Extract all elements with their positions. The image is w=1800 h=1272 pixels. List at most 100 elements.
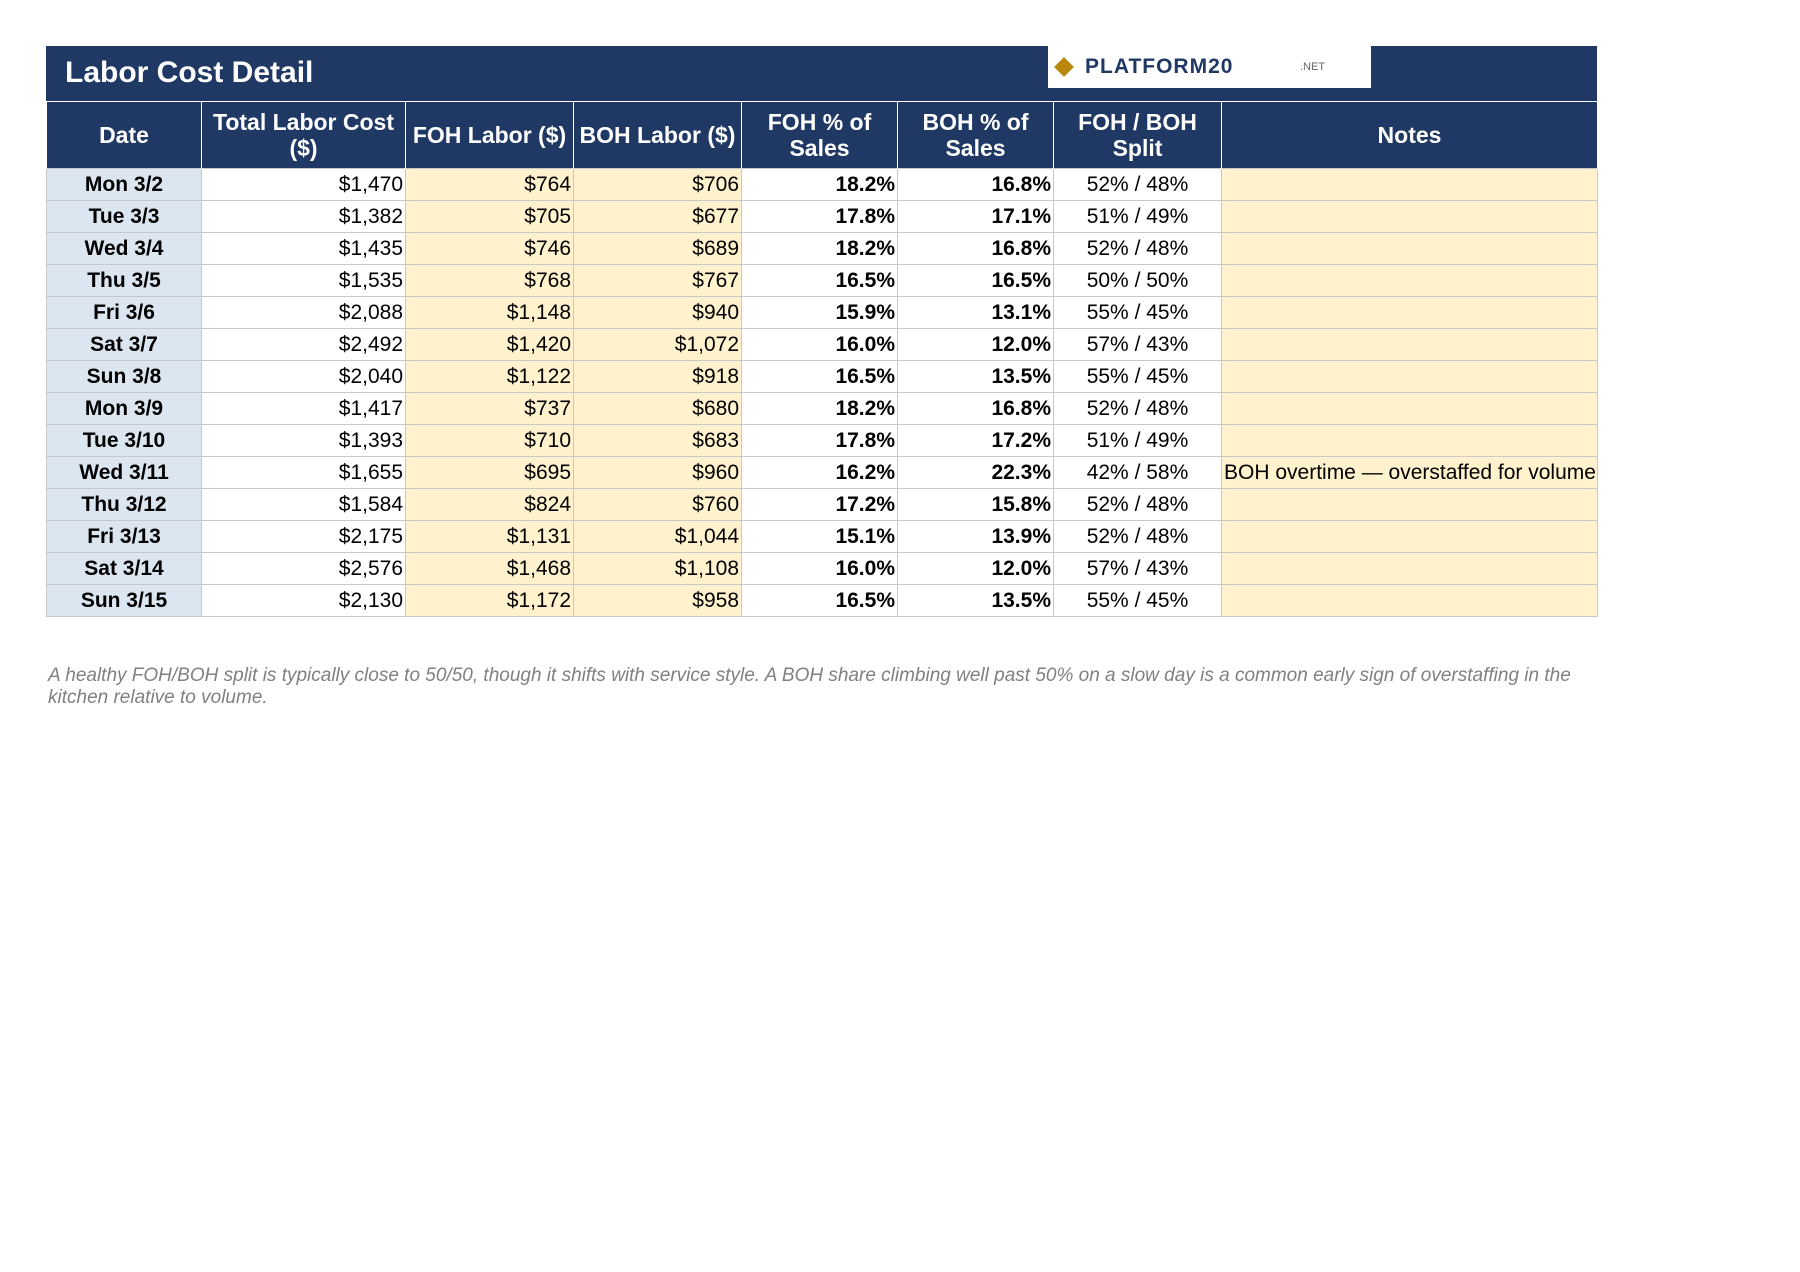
total-labor-cell[interactable]: $2,040 xyxy=(201,360,406,393)
foh-pct-cell[interactable]: 18.2% xyxy=(741,232,898,265)
notes-cell[interactable] xyxy=(1221,360,1598,393)
split-cell[interactable]: 51% / 49% xyxy=(1053,200,1222,233)
foh-labor-cell[interactable]: $1,468 xyxy=(405,552,574,585)
split-cell[interactable]: 57% / 43% xyxy=(1053,552,1222,585)
split-cell[interactable]: 50% / 50% xyxy=(1053,264,1222,297)
date-cell[interactable]: Sun 3/8 xyxy=(46,360,202,393)
total-labor-cell[interactable]: $2,175 xyxy=(201,520,406,553)
foh-pct-cell[interactable]: 18.2% xyxy=(741,392,898,425)
boh-pct-cell[interactable]: 13.9% xyxy=(897,520,1054,553)
foh-pct-cell[interactable]: 16.5% xyxy=(741,584,898,617)
foh-labor-cell[interactable]: $705 xyxy=(405,200,574,233)
col-header-split[interactable]: FOH / BOH Split xyxy=(1053,101,1222,169)
date-cell[interactable]: Tue 3/10 xyxy=(46,424,202,457)
col-header-foh-labor[interactable]: FOH Labor ($) xyxy=(405,101,574,169)
foh-labor-cell[interactable]: $1,148 xyxy=(405,296,574,329)
date-cell[interactable]: Fri 3/13 xyxy=(46,520,202,553)
boh-pct-cell[interactable]: 17.2% xyxy=(897,424,1054,457)
foh-pct-cell[interactable]: 16.5% xyxy=(741,264,898,297)
notes-cell[interactable] xyxy=(1221,232,1598,265)
boh-pct-cell[interactable]: 16.5% xyxy=(897,264,1054,297)
split-cell[interactable]: 55% / 45% xyxy=(1053,360,1222,393)
total-labor-cell[interactable]: $1,393 xyxy=(201,424,406,457)
boh-pct-cell[interactable]: 22.3% xyxy=(897,456,1054,489)
total-labor-cell[interactable]: $1,470 xyxy=(201,168,406,201)
notes-cell[interactable] xyxy=(1221,168,1598,201)
foh-labor-cell[interactable]: $695 xyxy=(405,456,574,489)
foh-labor-cell[interactable]: $1,172 xyxy=(405,584,574,617)
split-cell[interactable]: 55% / 45% xyxy=(1053,296,1222,329)
col-header-date[interactable]: Date xyxy=(46,101,202,169)
foh-labor-cell[interactable]: $1,131 xyxy=(405,520,574,553)
boh-pct-cell[interactable]: 12.0% xyxy=(897,552,1054,585)
date-cell[interactable]: Sun 3/15 xyxy=(46,584,202,617)
foh-pct-cell[interactable]: 16.5% xyxy=(741,360,898,393)
col-header-foh-pct[interactable]: FOH % of Sales xyxy=(741,101,898,169)
total-labor-cell[interactable]: $1,382 xyxy=(201,200,406,233)
boh-labor-cell[interactable]: $958 xyxy=(573,584,742,617)
total-labor-cell[interactable]: $2,088 xyxy=(201,296,406,329)
date-cell[interactable]: Wed 3/11 xyxy=(46,456,202,489)
foh-labor-cell[interactable]: $710 xyxy=(405,424,574,457)
boh-labor-cell[interactable]: $683 xyxy=(573,424,742,457)
notes-cell[interactable] xyxy=(1221,264,1598,297)
date-cell[interactable]: Thu 3/5 xyxy=(46,264,202,297)
notes-cell[interactable]: BOH overtime — overstaffed for volume xyxy=(1221,456,1598,489)
foh-pct-cell[interactable]: 15.9% xyxy=(741,296,898,329)
boh-pct-cell[interactable]: 16.8% xyxy=(897,392,1054,425)
split-cell[interactable]: 52% / 48% xyxy=(1053,488,1222,521)
boh-labor-cell[interactable]: $918 xyxy=(573,360,742,393)
total-labor-cell[interactable]: $1,417 xyxy=(201,392,406,425)
foh-pct-cell[interactable]: 15.1% xyxy=(741,520,898,553)
date-cell[interactable]: Fri 3/6 xyxy=(46,296,202,329)
split-cell[interactable]: 52% / 48% xyxy=(1053,168,1222,201)
foh-labor-cell[interactable]: $764 xyxy=(405,168,574,201)
col-header-boh-pct[interactable]: BOH % of Sales xyxy=(897,101,1054,169)
col-header-boh-labor[interactable]: BOH Labor ($) xyxy=(573,101,742,169)
total-labor-cell[interactable]: $1,584 xyxy=(201,488,406,521)
boh-labor-cell[interactable]: $760 xyxy=(573,488,742,521)
total-labor-cell[interactable]: $2,576 xyxy=(201,552,406,585)
boh-pct-cell[interactable]: 12.0% xyxy=(897,328,1054,361)
foh-labor-cell[interactable]: $1,420 xyxy=(405,328,574,361)
split-cell[interactable]: 42% / 58% xyxy=(1053,456,1222,489)
foh-pct-cell[interactable]: 16.0% xyxy=(741,328,898,361)
notes-cell[interactable] xyxy=(1221,200,1598,233)
date-cell[interactable]: Mon 3/9 xyxy=(46,392,202,425)
split-cell[interactable]: 52% / 48% xyxy=(1053,392,1222,425)
boh-pct-cell[interactable]: 13.1% xyxy=(897,296,1054,329)
col-header-notes[interactable]: Notes xyxy=(1221,101,1598,169)
boh-pct-cell[interactable]: 16.8% xyxy=(897,232,1054,265)
col-header-total-labor[interactable]: Total Labor Cost ($) xyxy=(201,101,406,169)
foh-labor-cell[interactable]: $737 xyxy=(405,392,574,425)
date-cell[interactable]: Thu 3/12 xyxy=(46,488,202,521)
date-cell[interactable]: Mon 3/2 xyxy=(46,168,202,201)
split-cell[interactable]: 52% / 48% xyxy=(1053,232,1222,265)
boh-pct-cell[interactable]: 15.8% xyxy=(897,488,1054,521)
boh-labor-cell[interactable]: $689 xyxy=(573,232,742,265)
boh-labor-cell[interactable]: $706 xyxy=(573,168,742,201)
boh-labor-cell[interactable]: $940 xyxy=(573,296,742,329)
boh-labor-cell[interactable]: $680 xyxy=(573,392,742,425)
foh-pct-cell[interactable]: 17.8% xyxy=(741,424,898,457)
total-labor-cell[interactable]: $2,130 xyxy=(201,584,406,617)
foh-labor-cell[interactable]: $824 xyxy=(405,488,574,521)
foh-pct-cell[interactable]: 17.2% xyxy=(741,488,898,521)
date-cell[interactable]: Sat 3/14 xyxy=(46,552,202,585)
foh-pct-cell[interactable]: 16.2% xyxy=(741,456,898,489)
foh-pct-cell[interactable]: 18.2% xyxy=(741,168,898,201)
boh-labor-cell[interactable]: $767 xyxy=(573,264,742,297)
foh-labor-cell[interactable]: $1,122 xyxy=(405,360,574,393)
boh-pct-cell[interactable]: 13.5% xyxy=(897,360,1054,393)
boh-labor-cell[interactable]: $1,072 xyxy=(573,328,742,361)
split-cell[interactable]: 52% / 48% xyxy=(1053,520,1222,553)
boh-labor-cell[interactable]: $1,108 xyxy=(573,552,742,585)
notes-cell[interactable] xyxy=(1221,424,1598,457)
notes-cell[interactable] xyxy=(1221,328,1598,361)
boh-pct-cell[interactable]: 13.5% xyxy=(897,584,1054,617)
split-cell[interactable]: 57% / 43% xyxy=(1053,328,1222,361)
notes-cell[interactable] xyxy=(1221,296,1598,329)
boh-labor-cell[interactable]: $960 xyxy=(573,456,742,489)
boh-labor-cell[interactable]: $677 xyxy=(573,200,742,233)
boh-pct-cell[interactable]: 16.8% xyxy=(897,168,1054,201)
